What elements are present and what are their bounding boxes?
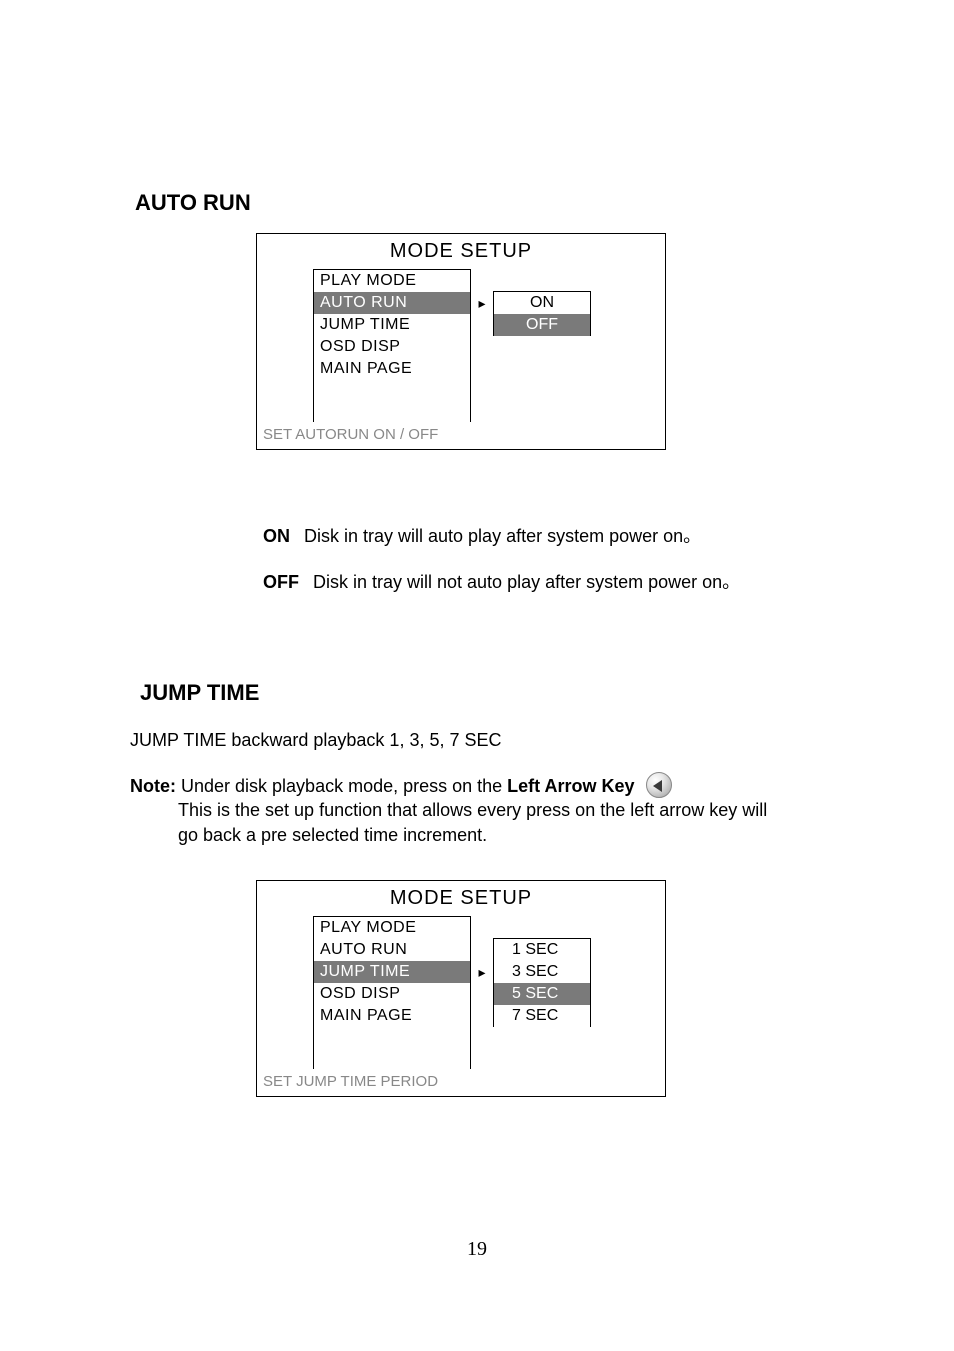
definition-off-value: Disk in tray will not auto play after sy… [313,568,740,594]
option-7sec[interactable]: 7 SEC [494,1005,590,1027]
note-line3: go back a pre selected time increment. [178,825,487,845]
menu-item-auto-run[interactable]: AUTO RUN [314,292,470,314]
definition-off: OFF Disk in tray will not auto play afte… [263,568,740,594]
menu-left-column-2: PLAY MODE AUTO RUN JUMP TIME OSD DISP MA… [313,916,471,1069]
menu2-item-osd-disp[interactable]: OSD DISP [314,983,470,1005]
menu-item-osd-disp[interactable]: OSD DISP [314,336,470,358]
options-right-column: ON OFF [493,291,591,336]
right-arrow-indicator: ▸ [471,269,493,422]
option-1sec[interactable]: 1 SEC [494,939,590,961]
mode-setup-jump-time: MODE SETUP PLAY MODE AUTO RUN JUMP TIME … [256,880,666,1097]
menu-left-column: PLAY MODE AUTO RUN JUMP TIME OSD DISP MA… [313,269,471,422]
page-number: 19 [0,1238,954,1261]
left-arrow-key-icon [646,772,672,798]
option-on[interactable]: ON [494,292,590,314]
right-arrow-indicator-2: ▸ [471,916,493,1069]
mode-setup-title-2: MODE SETUP [257,881,665,914]
options-right-column-2: 1 SEC 3 SEC 5 SEC 7 SEC [493,938,591,1027]
note-line2: This is the set up function that allows … [178,800,767,820]
jump-time-note: Note: Under disk playback mode, press on… [130,772,850,847]
note-left-arrow-key-label: Left Arrow Key [507,776,634,796]
note-label: Note: [130,776,176,796]
mode-setup-title: MODE SETUP [257,234,665,267]
menu-item-jump-time[interactable]: JUMP TIME [314,314,470,336]
mode-setup-auto-run: MODE SETUP PLAY MODE AUTO RUN JUMP TIME … [256,233,666,450]
option-off[interactable]: OFF [494,314,590,336]
definition-on-key: ON [263,526,290,547]
menu-item-play-mode[interactable]: PLAY MODE [314,270,470,292]
menu2-item-play-mode[interactable]: PLAY MODE [314,917,470,939]
menu2-item-main-page[interactable]: MAIN PAGE [314,1005,470,1027]
note-line1a: Under disk playback mode, press on the [176,776,507,796]
auto-run-heading: AUTO RUN [135,190,251,216]
mode-setup-footer-2: SET JUMP TIME PERIOD [257,1069,665,1096]
menu2-item-auto-run[interactable]: AUTO RUN [314,939,470,961]
jump-time-desc: JUMP TIME backward playback 1, 3, 5, 7 S… [130,728,502,752]
menu2-item-jump-time[interactable]: JUMP TIME [314,961,470,983]
menu-item-main-page[interactable]: MAIN PAGE [314,358,470,380]
option-3sec[interactable]: 3 SEC [494,961,590,983]
definition-on-value: Disk in tray will auto play after system… [304,522,701,548]
jump-time-heading: JUMP TIME [140,680,259,706]
option-5sec[interactable]: 5 SEC [494,983,590,1005]
definition-off-key: OFF [263,572,299,593]
definition-on: ON Disk in tray will auto play after sys… [263,522,701,548]
mode-setup-footer: SET AUTORUN ON / OFF [257,422,665,449]
